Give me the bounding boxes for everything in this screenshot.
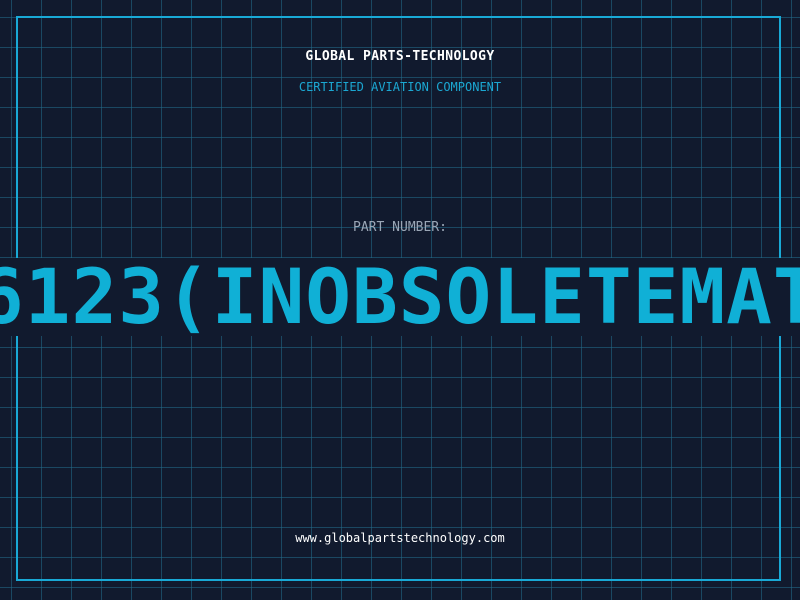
company-name: GLOBAL PARTS-TECHNOLOGY	[305, 49, 495, 64]
part-number-label: PART NUMBER:	[353, 220, 447, 235]
part-number-band: 6123(INOBSOLETEMATERIAL)	[0, 258, 800, 336]
certification-tagline: CERTIFIED AVIATION COMPONENT	[298, 80, 502, 94]
part-number-value: 6123(INOBSOLETEMATERIAL)	[0, 258, 800, 336]
website-url: www.globalpartstechnology.com	[295, 531, 505, 545]
certificate-canvas: GLOBAL PARTS-TECHNOLOGY CERTIFIED AVIATI…	[0, 0, 800, 600]
